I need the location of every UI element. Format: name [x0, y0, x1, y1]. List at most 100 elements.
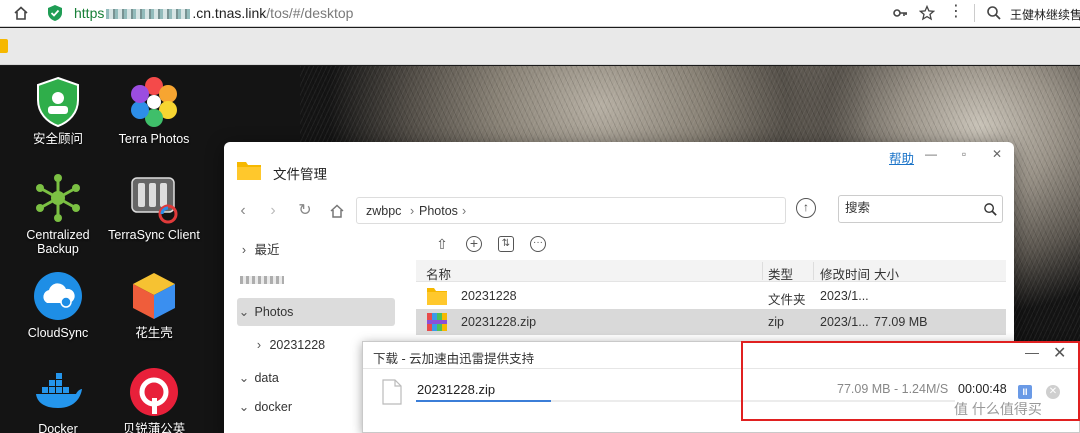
breadcrumb-separator: ›: [462, 204, 467, 218]
sidebar-item-label: data: [254, 371, 279, 385]
watermark: 值 什么值得买: [954, 401, 1042, 417]
sync-server-icon: [131, 177, 178, 224]
sidebar-item-photos[interactable]: ⌄ Photos: [237, 298, 395, 326]
file-search-box[interactable]: [838, 195, 1003, 223]
app-label: TerraSync Client: [108, 228, 200, 242]
app-oray-peanut-shell[interactable]: 花生壳: [106, 270, 202, 340]
breadcrumb-item[interactable]: Photos: [419, 204, 458, 218]
url-host: .cn.tnas.link: [192, 5, 267, 21]
window-titlebar[interactable]: 文件管理 帮助 — ▫ ✕: [224, 142, 1014, 194]
expand-caret-icon[interactable]: ⌄: [237, 364, 251, 392]
app-security-advisor[interactable]: 安全顾问: [10, 76, 106, 146]
column-header-name[interactable]: 名称: [426, 264, 451, 283]
more-menu-icon[interactable]: ⋮: [948, 4, 964, 21]
app-label: 花生壳: [135, 326, 173, 340]
app-label: Centralized Backup: [26, 228, 90, 256]
file-modified: 2023/1...: [820, 289, 869, 303]
network-nodes-icon: [36, 174, 80, 222]
bookmarks-bar: [0, 28, 1080, 65]
star-icon[interactable]: [919, 5, 935, 21]
search-input[interactable]: [845, 201, 975, 215]
download-file-name: 20231228.zip: [417, 382, 496, 397]
table-row[interactable]: 20231228 文件夹 2023/1...: [416, 283, 1006, 309]
app-terrasync-client[interactable]: TerraSync Client: [106, 172, 202, 242]
url-protocol: https: [74, 5, 105, 21]
table-row[interactable]: 20231228.zip zip 2023/1... 77.09 MB: [416, 309, 1006, 335]
app-label: CloudSync: [27, 326, 89, 340]
file-type: zip: [768, 315, 784, 329]
sidebar-item-label: 20231228: [269, 338, 326, 352]
sidebar-item-label: docker: [254, 400, 293, 414]
masked-volume-label: [240, 276, 284, 284]
browser-address-bar: https .cn.tnas.link/tos/#/desktop ⋮ 王健林继续…: [0, 0, 1080, 27]
bookmark-folder-icon[interactable]: [0, 39, 8, 53]
maximize-icon[interactable]: ▫: [957, 147, 971, 161]
sidebar-item-label: 最近: [254, 243, 280, 257]
download-dialog-title: 下载 - 云加速由迅雷提供支持: [373, 352, 535, 366]
url-masked-segment: [106, 9, 191, 20]
column-header-modified[interactable]: 修改时间: [820, 264, 870, 283]
search-icon[interactable]: [986, 5, 1002, 21]
minimize-icon[interactable]: —: [924, 147, 938, 161]
cloud-icon: [34, 272, 82, 320]
upload-icon[interactable]: ⇧: [434, 236, 450, 252]
home-icon[interactable]: [328, 202, 346, 220]
dandelion-icon: [130, 368, 178, 416]
docker-whale-icon: [36, 373, 82, 408]
file-type: 文件夹: [768, 293, 806, 307]
folder-icon: [427, 288, 447, 305]
window-title: 文件管理: [273, 167, 327, 182]
breadcrumb-item[interactable]: zwbpc: [366, 204, 401, 218]
expand-caret-icon[interactable]: ⌄: [237, 298, 251, 326]
column-header-size[interactable]: 大小: [874, 264, 899, 283]
app-docker[interactable]: Docker: [10, 366, 106, 433]
refresh-icon[interactable]: ↻: [296, 202, 314, 220]
app-label: Docker: [38, 422, 78, 433]
shield-icon[interactable]: [46, 4, 64, 22]
sidebar-item-recent[interactable]: › 最近: [237, 236, 395, 264]
flower-icon: [131, 77, 177, 127]
expand-caret-icon[interactable]: ›: [252, 331, 266, 359]
security-shield-icon: [37, 76, 79, 128]
breadcrumb[interactable]: zwbpc › Photos ›: [356, 197, 786, 224]
back-icon[interactable]: ‹: [234, 202, 252, 220]
shortcut-icon[interactable]: ⇅: [498, 236, 514, 252]
upload-arrow-icon[interactable]: ↑: [796, 198, 816, 218]
app-cloudsync[interactable]: CloudSync: [10, 270, 106, 340]
toolbar-divider: [974, 4, 975, 22]
app-oray-pgy[interactable]: 贝锐蒲公英: [106, 366, 202, 433]
help-link[interactable]: 帮助: [889, 148, 914, 167]
breadcrumb-separator: ›: [410, 204, 415, 218]
column-divider[interactable]: [762, 262, 763, 280]
column-divider[interactable]: [813, 262, 814, 280]
new-folder-icon[interactable]: +: [466, 236, 482, 252]
app-terra-photos[interactable]: Terra Photos: [106, 76, 202, 146]
file-table-header: 名称 类型 修改时间 大小: [416, 260, 1006, 282]
app-label: 安全顾问: [32, 132, 83, 146]
more-options-icon[interactable]: ···: [530, 236, 546, 252]
browser-search-text[interactable]: 王健林继续售卖: [1010, 6, 1080, 23]
file-name: 20231228.zip: [461, 315, 537, 329]
zip-icon: [427, 313, 447, 331]
file-size: 77.09 MB: [874, 315, 928, 329]
expand-caret-icon[interactable]: ›: [237, 236, 251, 264]
file-modified: 2023/1...: [820, 315, 869, 329]
file-toolbar: ⇧ + ⇅ ··· ▦ ☰ ⚙: [416, 228, 1014, 260]
forward-icon[interactable]: ›: [264, 202, 282, 220]
home-icon[interactable]: [13, 5, 29, 21]
close-icon[interactable]: ✕: [990, 147, 1004, 161]
sidebar-item-label: Photos: [254, 305, 294, 319]
folder-icon: [237, 162, 261, 180]
app-centralized-backup[interactable]: Centralized Backup: [10, 172, 106, 256]
file-icon: [382, 379, 402, 405]
url-field[interactable]: https .cn.tnas.link/tos/#/desktop: [74, 5, 353, 21]
expand-caret-icon[interactable]: ⌄: [237, 393, 251, 421]
app-label: Terra Photos: [118, 132, 190, 146]
column-header-type[interactable]: 类型: [768, 264, 793, 283]
url-path: /tos/#/desktop: [266, 5, 354, 21]
app-label: 贝锐蒲公英: [122, 422, 186, 433]
key-icon[interactable]: [892, 5, 908, 21]
search-icon[interactable]: [983, 202, 998, 217]
cube-icon: [133, 273, 175, 319]
file-name: 20231228: [461, 289, 517, 303]
